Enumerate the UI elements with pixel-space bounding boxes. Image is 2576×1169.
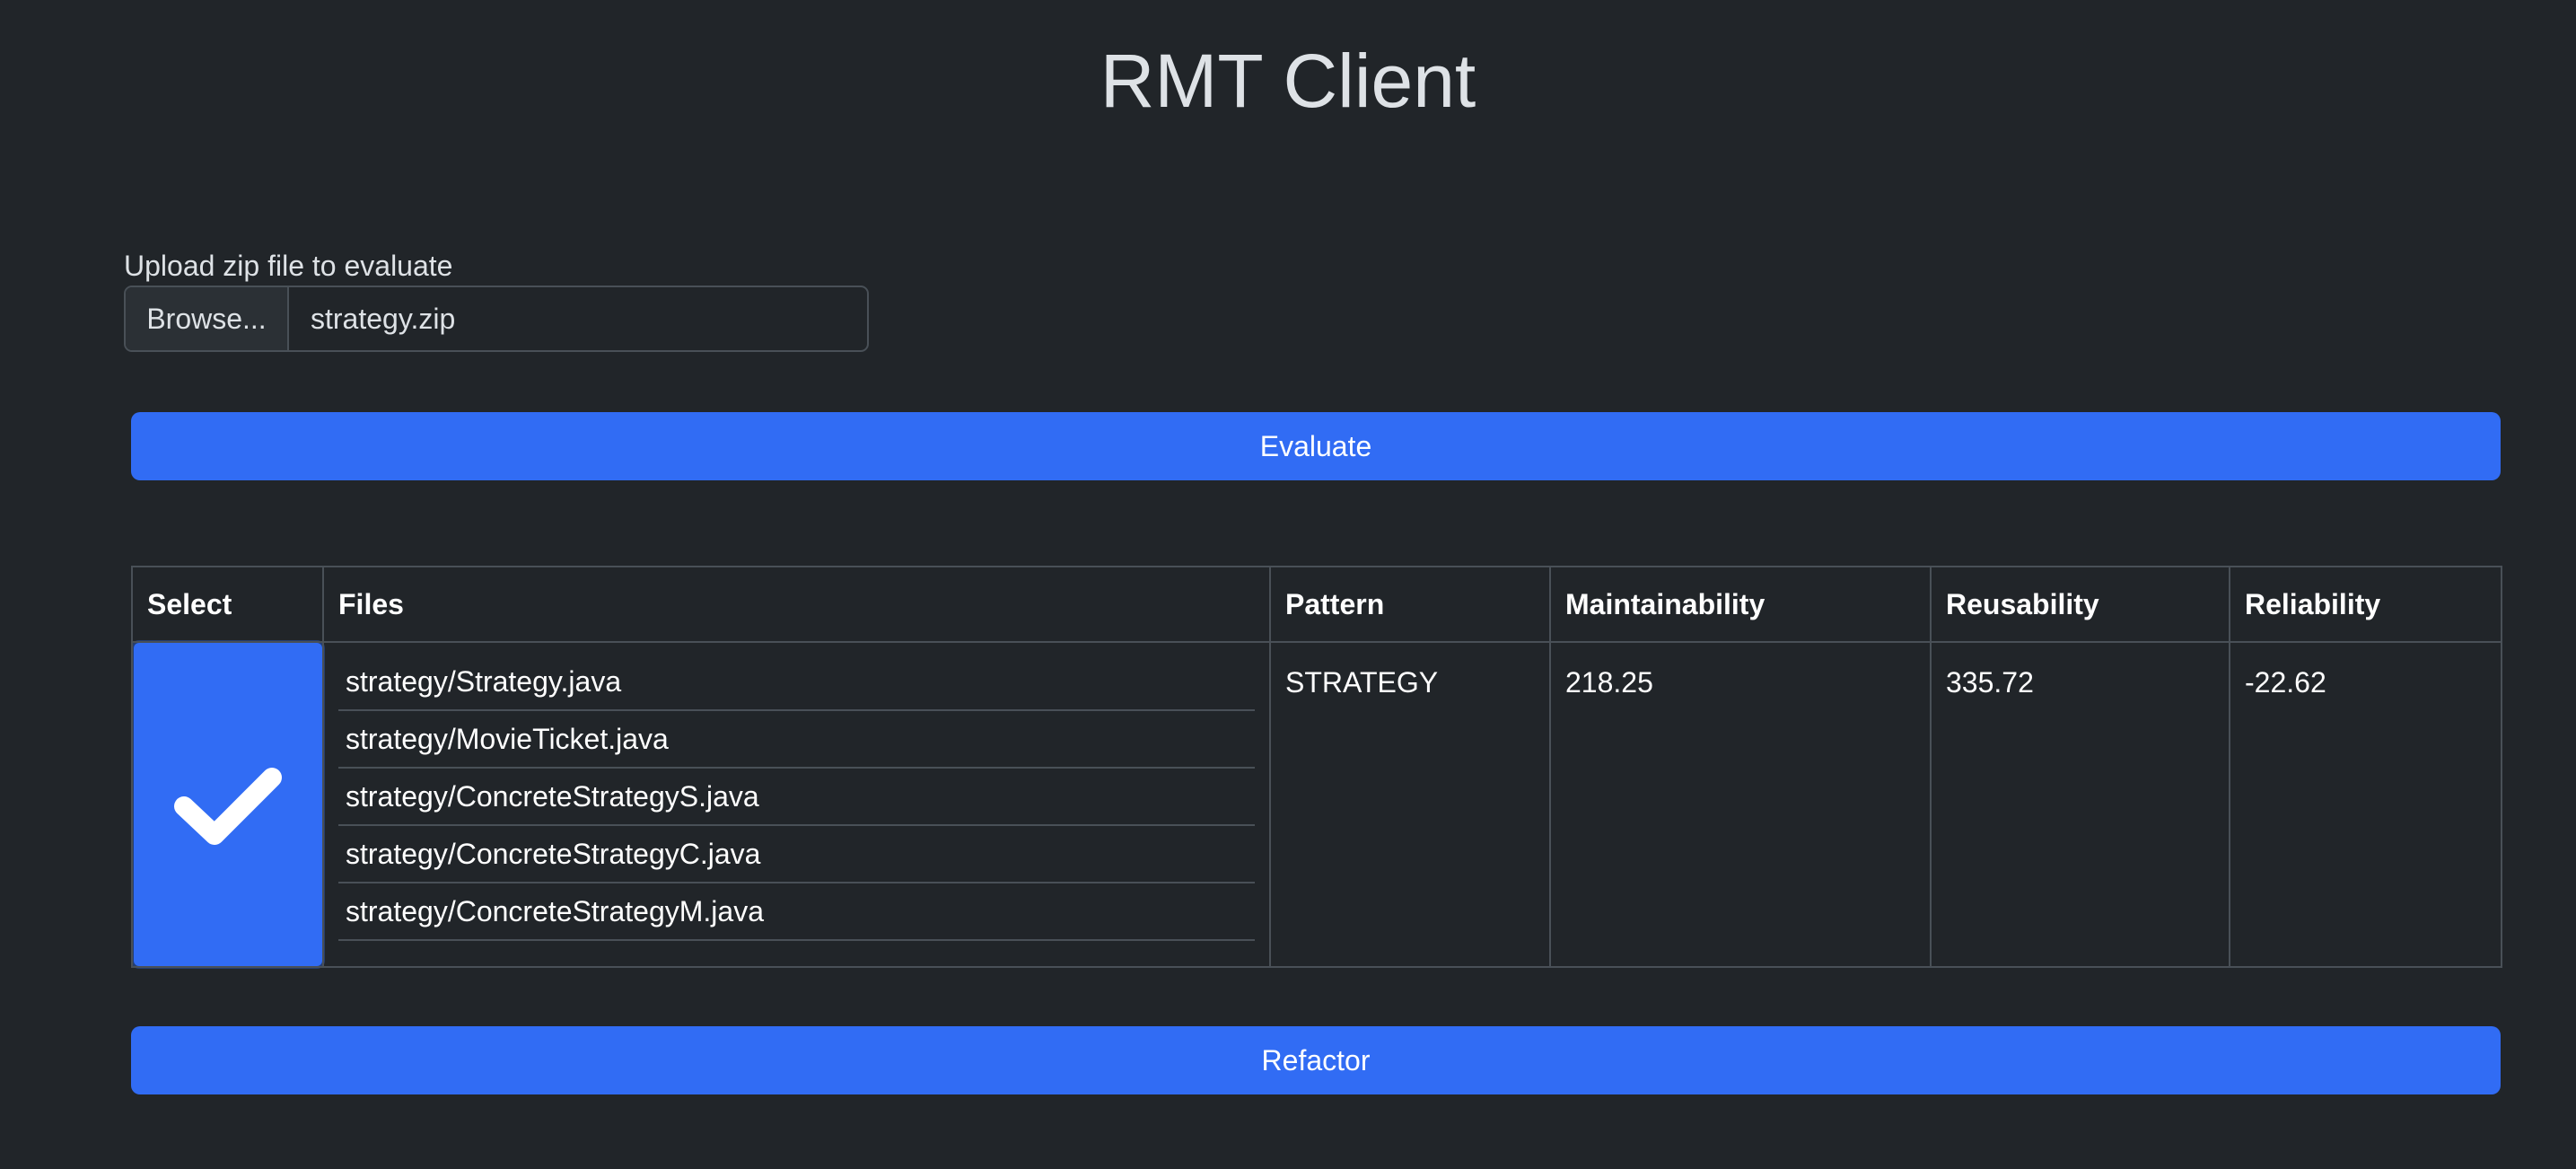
reusability-cell: 335.72: [1930, 641, 2230, 968]
browse-button[interactable]: Browse...: [126, 287, 289, 350]
page-title: RMT Client: [1100, 39, 1476, 123]
files-cell: strategy/Strategy.java strategy/MovieTic…: [322, 641, 1271, 968]
row-select-checkbox[interactable]: [133, 643, 322, 966]
upload-label: Upload zip file to evaluate: [124, 250, 453, 282]
files-list: strategy/Strategy.java strategy/MovieTic…: [338, 654, 1255, 941]
refactor-button[interactable]: Refactor: [131, 1026, 2501, 1094]
table-row: strategy/Strategy.java strategy/MovieTic…: [131, 641, 2502, 968]
list-item: strategy/Strategy.java: [338, 654, 1255, 711]
column-header-select: Select: [131, 566, 324, 643]
column-header-pattern: Pattern: [1269, 566, 1551, 643]
table-header-row: Select Files Pattern Maintainability Reu…: [131, 566, 2502, 643]
maintainability-cell: 218.25: [1549, 641, 1932, 968]
column-header-reusability: Reusability: [1930, 566, 2230, 643]
list-item: strategy/ConcreteStrategyM.java: [338, 883, 1255, 941]
list-item: strategy/ConcreteStrategyS.java: [338, 769, 1255, 826]
file-upload-input[interactable]: Browse... strategy.zip: [124, 286, 869, 352]
column-header-files: Files: [322, 566, 1271, 643]
list-item: strategy/MovieTicket.java: [338, 711, 1255, 769]
reliability-cell: -22.62: [2229, 641, 2502, 968]
column-header-maintainability: Maintainability: [1549, 566, 1932, 643]
results-table: Select Files Pattern Maintainability Reu…: [131, 566, 2502, 968]
column-header-reliability: Reliability: [2229, 566, 2502, 643]
evaluate-button[interactable]: Evaluate: [131, 412, 2501, 480]
checkmark-icon: [173, 768, 282, 845]
select-cell: [131, 641, 324, 968]
pattern-cell: STRATEGY: [1269, 641, 1551, 968]
list-item: strategy/ConcreteStrategyC.java: [338, 826, 1255, 883]
selected-file-name: strategy.zip: [311, 302, 456, 335]
